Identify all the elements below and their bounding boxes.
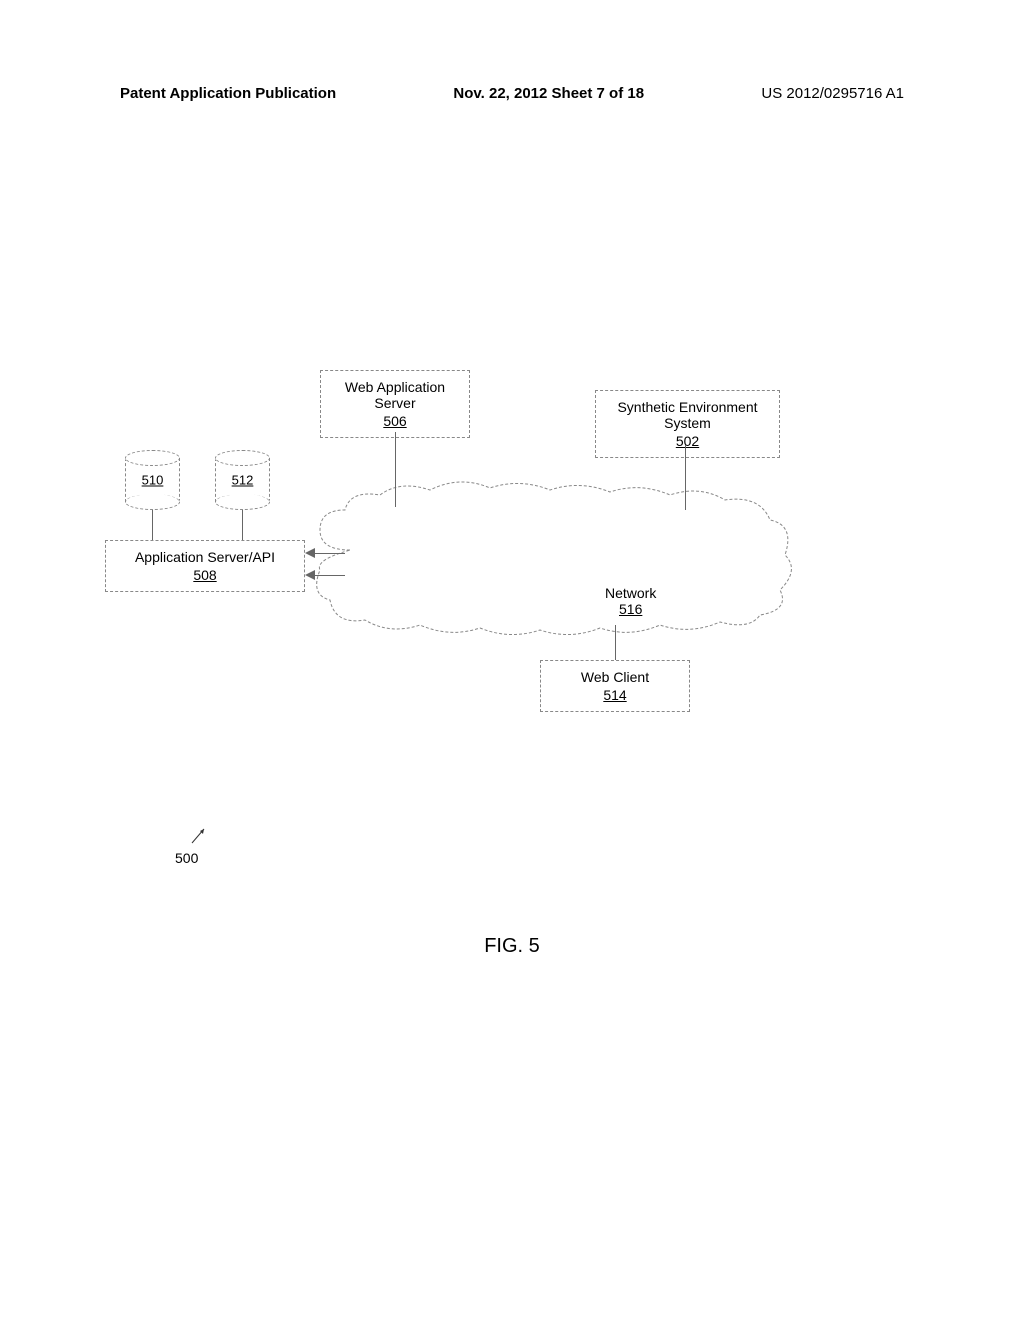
arrow-line-in — [315, 553, 345, 554]
synthetic-env-box: Synthetic Environment System 502 — [595, 390, 780, 458]
database-510: 510 — [125, 450, 180, 510]
synthetic-env-ref: 502 — [608, 433, 767, 449]
connector-512 — [242, 510, 243, 540]
database-512: 512 — [215, 450, 270, 510]
web-client-label: Web Client — [581, 669, 649, 685]
network-cloud — [300, 470, 800, 640]
system-ref-arrow — [190, 825, 208, 845]
network-label: Network — [605, 585, 656, 601]
system-ref: 500 — [175, 850, 198, 866]
arrow-api-out — [305, 570, 315, 580]
database-512-ref: 512 — [232, 473, 254, 488]
arrow-api-in — [305, 548, 315, 558]
arrow-line-out — [315, 575, 345, 576]
app-server-api-label: Application Server/API — [135, 549, 275, 565]
synthetic-env-label: Synthetic Environment System — [617, 399, 757, 431]
web-client-ref: 514 — [553, 687, 677, 703]
header-publication: Patent Application Publication — [120, 85, 336, 102]
figure-label: FIG. 5 — [484, 935, 540, 958]
header-date-sheet: Nov. 22, 2012 Sheet 7 of 18 — [453, 85, 644, 102]
header-patent-number: US 2012/0295716 A1 — [761, 85, 904, 102]
connector-506 — [395, 432, 396, 507]
web-client-box: Web Client 514 — [540, 660, 690, 712]
connector-510 — [152, 510, 153, 540]
database-510-ref: 510 — [142, 473, 164, 488]
network-ref: 516 — [605, 601, 656, 617]
connector-502 — [685, 445, 686, 510]
diagram: Web Application Server 506 Synthetic Env… — [0, 350, 1024, 950]
app-server-api-box: Application Server/API 508 — [105, 540, 305, 592]
web-app-server-box: Web Application Server 506 — [320, 370, 470, 438]
web-app-server-label: Web Application Server — [345, 379, 445, 411]
connector-514 — [615, 625, 616, 660]
network-label-group: Network 516 — [605, 585, 656, 617]
page-header: Patent Application Publication Nov. 22, … — [0, 85, 1024, 102]
app-server-api-ref: 508 — [118, 567, 292, 583]
web-app-server-ref: 506 — [333, 413, 457, 429]
